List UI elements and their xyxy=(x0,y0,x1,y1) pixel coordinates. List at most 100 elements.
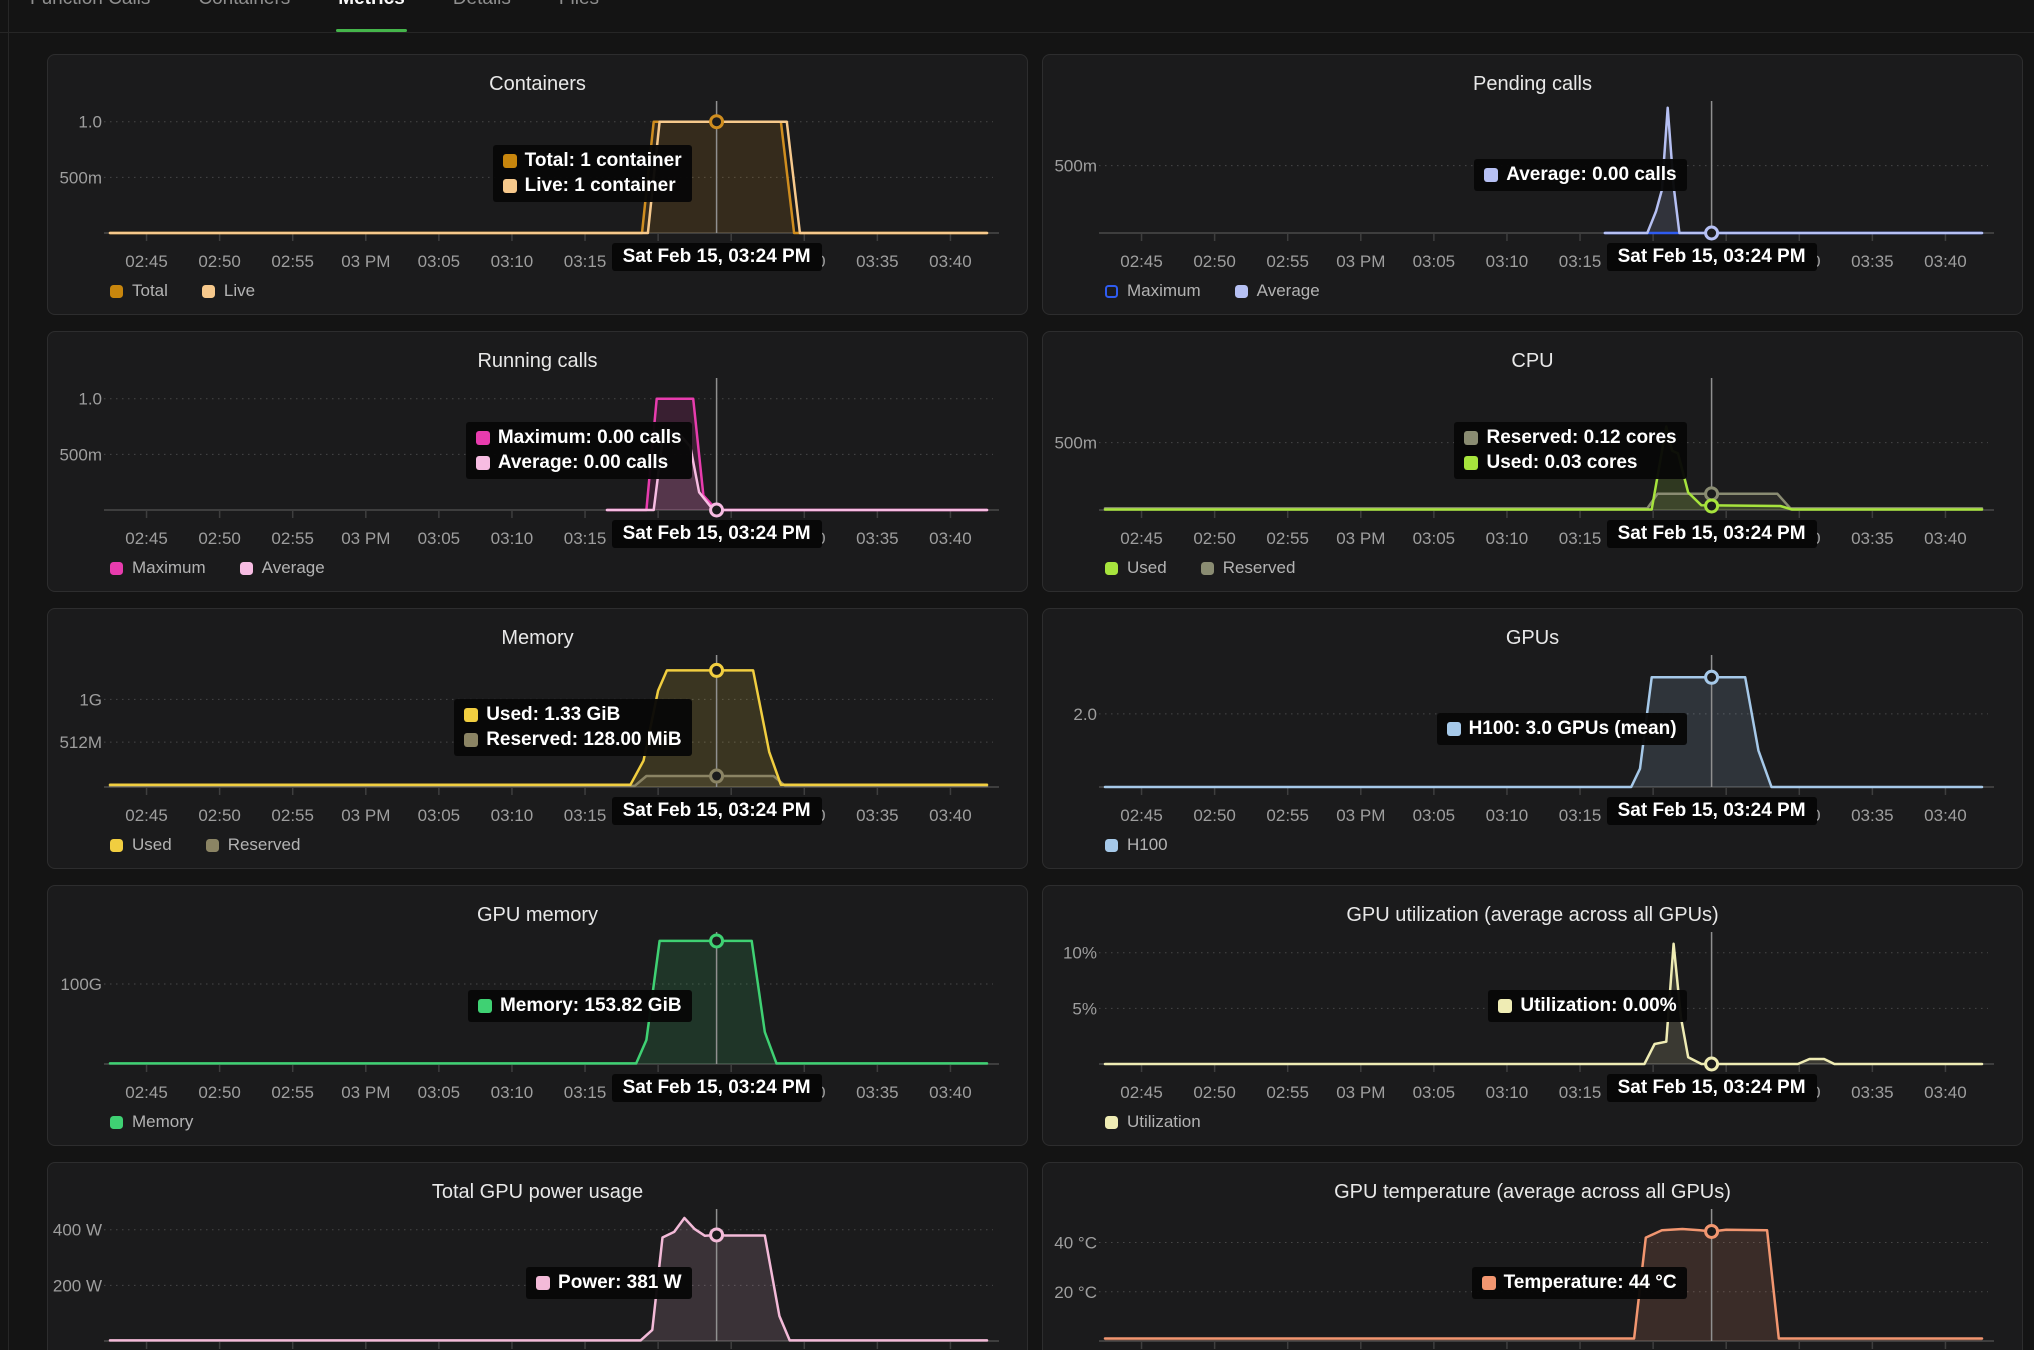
x-axis-label: 03:15 xyxy=(564,529,607,548)
x-axis-label: 03:15 xyxy=(1559,806,1602,825)
legend-item-live[interactable]: Live xyxy=(202,281,255,301)
x-axis-label: 03:05 xyxy=(418,806,461,825)
chart-card-pending-calls: Pending calls500m02:4502:5002:5503 PM03:… xyxy=(1042,54,2023,315)
x-axis-label: 03:40 xyxy=(1924,252,1967,271)
x-axis-label: 02:45 xyxy=(125,806,168,825)
chart-plot-svg[interactable]: 400 W200 W02:4502:5002:5503 PM03:0503:10… xyxy=(48,1163,1027,1350)
chart-plot-svg[interactable]: 2.002:4502:5002:5503 PM03:0503:1003:1503… xyxy=(1043,609,2022,869)
x-axis-label: 02:50 xyxy=(1193,806,1236,825)
x-axis-label: 03:35 xyxy=(856,529,899,548)
tab-metrics[interactable]: Metrics xyxy=(338,0,405,33)
x-axis-label: 03:40 xyxy=(929,1083,972,1102)
tab-files[interactable]: Files xyxy=(559,0,599,33)
legend-swatch xyxy=(1105,562,1118,575)
x-axis-label: 03:25 xyxy=(1705,806,1748,825)
x-axis-label: 03:10 xyxy=(491,806,534,825)
chart-card-gpu-memory: GPU memory100G02:4502:5002:5503 PM03:050… xyxy=(47,885,1028,1146)
series-line-utilization xyxy=(1105,944,1982,1064)
series-area-utilization xyxy=(1105,944,1982,1064)
tab-containers[interactable]: Containers xyxy=(198,0,290,33)
tab-label: Function Calls xyxy=(30,0,150,10)
x-axis-label: 03:05 xyxy=(418,252,461,271)
x-axis-label: 03:15 xyxy=(1559,529,1602,548)
y-axis-label: 1.0 xyxy=(78,113,102,132)
legend-item-h100[interactable]: H100 xyxy=(1105,835,1168,855)
chart-plot-svg[interactable]: 500m02:4502:5002:5503 PM03:0503:1003:150… xyxy=(1043,55,2022,315)
chart-plot-svg[interactable]: 500m02:4502:5002:5503 PM03:0503:1003:150… xyxy=(1043,332,2022,592)
x-axis-label: 02:45 xyxy=(1120,1083,1163,1102)
legend-item-total[interactable]: Total xyxy=(110,281,168,301)
x-axis-label: 03:10 xyxy=(1486,806,1529,825)
series-area-memory xyxy=(110,941,987,1064)
legend: Used Reserved xyxy=(1105,554,1295,582)
chart-plot-svg[interactable]: 1.0500m02:4502:5002:5503 PM03:0503:1003:… xyxy=(48,332,1027,592)
x-axis-label: 02:55 xyxy=(271,252,314,271)
legend: Maximum Average xyxy=(110,554,325,582)
chart-plot-svg[interactable]: 100G02:4502:5002:5503 PM03:0503:1003:150… xyxy=(48,886,1027,1146)
chart-plot-svg[interactable]: 1G512M02:4502:5002:5503 PM03:0503:1003:1… xyxy=(48,609,1027,869)
y-axis-label: 5% xyxy=(1072,999,1097,1018)
x-axis-label: 02:50 xyxy=(1193,529,1236,548)
chart-card-gpus: GPUs2.002:4502:5002:5503 PM03:0503:1003:… xyxy=(1042,608,2023,869)
x-axis-label: 03:20 xyxy=(1632,1083,1675,1102)
x-axis-label: 02:55 xyxy=(271,529,314,548)
x-axis-label: 02:55 xyxy=(1266,806,1309,825)
legend-item-maximum[interactable]: Maximum xyxy=(1105,281,1201,301)
tab-function-calls[interactable]: Function Calls xyxy=(30,0,150,33)
x-axis-label: 03:15 xyxy=(564,252,607,271)
x-axis-label: 02:45 xyxy=(1120,529,1163,548)
chart-card-total-gpu-power-usage: Total GPU power usage400 W200 W02:4502:5… xyxy=(47,1162,1028,1350)
legend-swatch xyxy=(110,285,123,298)
chart-plot-svg[interactable]: 10%5%02:4502:5002:5503 PM03:0503:1003:15… xyxy=(1043,886,2022,1146)
legend-swatch xyxy=(1235,285,1248,298)
legend-item-used[interactable]: Used xyxy=(110,835,172,855)
legend: Memory xyxy=(110,1108,193,1136)
chart-card-cpu: CPU500m02:4502:5002:5503 PM03:0503:1003:… xyxy=(1042,331,2023,592)
x-axis-label: 03:20 xyxy=(1632,806,1675,825)
y-axis-label: 200 W xyxy=(53,1276,102,1295)
x-axis-label: 03:40 xyxy=(929,252,972,271)
y-axis-label: 20 °C xyxy=(1054,1283,1097,1302)
x-axis-label: 02:45 xyxy=(1120,252,1163,271)
x-axis-label: 03:35 xyxy=(1851,806,1894,825)
legend: H100 xyxy=(1105,831,1168,859)
x-axis-label: 03:40 xyxy=(1924,806,1967,825)
chart-card-running-calls: Running calls1.0500m02:4502:5002:5503 PM… xyxy=(47,331,1028,592)
x-axis-label: 03 PM xyxy=(341,1083,390,1102)
legend-item-maximum[interactable]: Maximum xyxy=(110,558,206,578)
charts-grid: Containers1.0500m02:4502:5002:5503 PM03:… xyxy=(47,54,2023,1350)
x-axis-label: 03:10 xyxy=(1486,252,1529,271)
x-axis-label: 03:20 xyxy=(637,806,680,825)
legend-item-memory[interactable]: Memory xyxy=(110,1112,193,1132)
legend-item-reserved[interactable]: Reserved xyxy=(1201,558,1296,578)
legend: Total Live xyxy=(110,277,255,305)
x-axis-label: 03:40 xyxy=(1924,529,1967,548)
x-axis-label: 03:30 xyxy=(783,1083,826,1102)
x-axis-label: 03:10 xyxy=(491,252,534,271)
legend-item-reserved[interactable]: Reserved xyxy=(206,835,301,855)
series-area-average xyxy=(607,429,987,510)
legend-swatch xyxy=(110,839,123,852)
legend-label: Maximum xyxy=(1127,281,1201,301)
chart-card-gpu-utilization-average-across-all-gpus: GPU utilization (average across all GPUs… xyxy=(1042,885,2023,1146)
legend-item-utilization[interactable]: Utilization xyxy=(1105,1112,1201,1132)
x-axis-label: 03:05 xyxy=(1413,806,1456,825)
x-axis-label: 03:30 xyxy=(1778,806,1821,825)
chart-plot-svg[interactable]: 40 °C20 °C02:4502:5002:5503 PM03:0503:10… xyxy=(1043,1163,2022,1350)
x-axis-label: 02:50 xyxy=(198,529,241,548)
hover-marker xyxy=(711,504,723,516)
y-axis-label: 2.0 xyxy=(1073,705,1097,724)
x-axis-label: 03:35 xyxy=(1851,529,1894,548)
hover-marker xyxy=(1706,671,1718,683)
legend-item-used[interactable]: Used xyxy=(1105,558,1167,578)
legend-label: Total xyxy=(132,281,168,301)
x-axis-label: 03 PM xyxy=(341,806,390,825)
tab-details[interactable]: Details xyxy=(453,0,511,33)
hover-marker xyxy=(1706,227,1718,239)
legend-swatch xyxy=(1105,839,1118,852)
legend: Used Reserved xyxy=(110,831,300,859)
chart-plot-svg[interactable]: 1.0500m02:4502:5002:5503 PM03:0503:1003:… xyxy=(48,55,1027,315)
legend-item-average[interactable]: Average xyxy=(1235,281,1320,301)
legend-item-average[interactable]: Average xyxy=(240,558,325,578)
x-axis-label: 02:55 xyxy=(1266,1083,1309,1102)
